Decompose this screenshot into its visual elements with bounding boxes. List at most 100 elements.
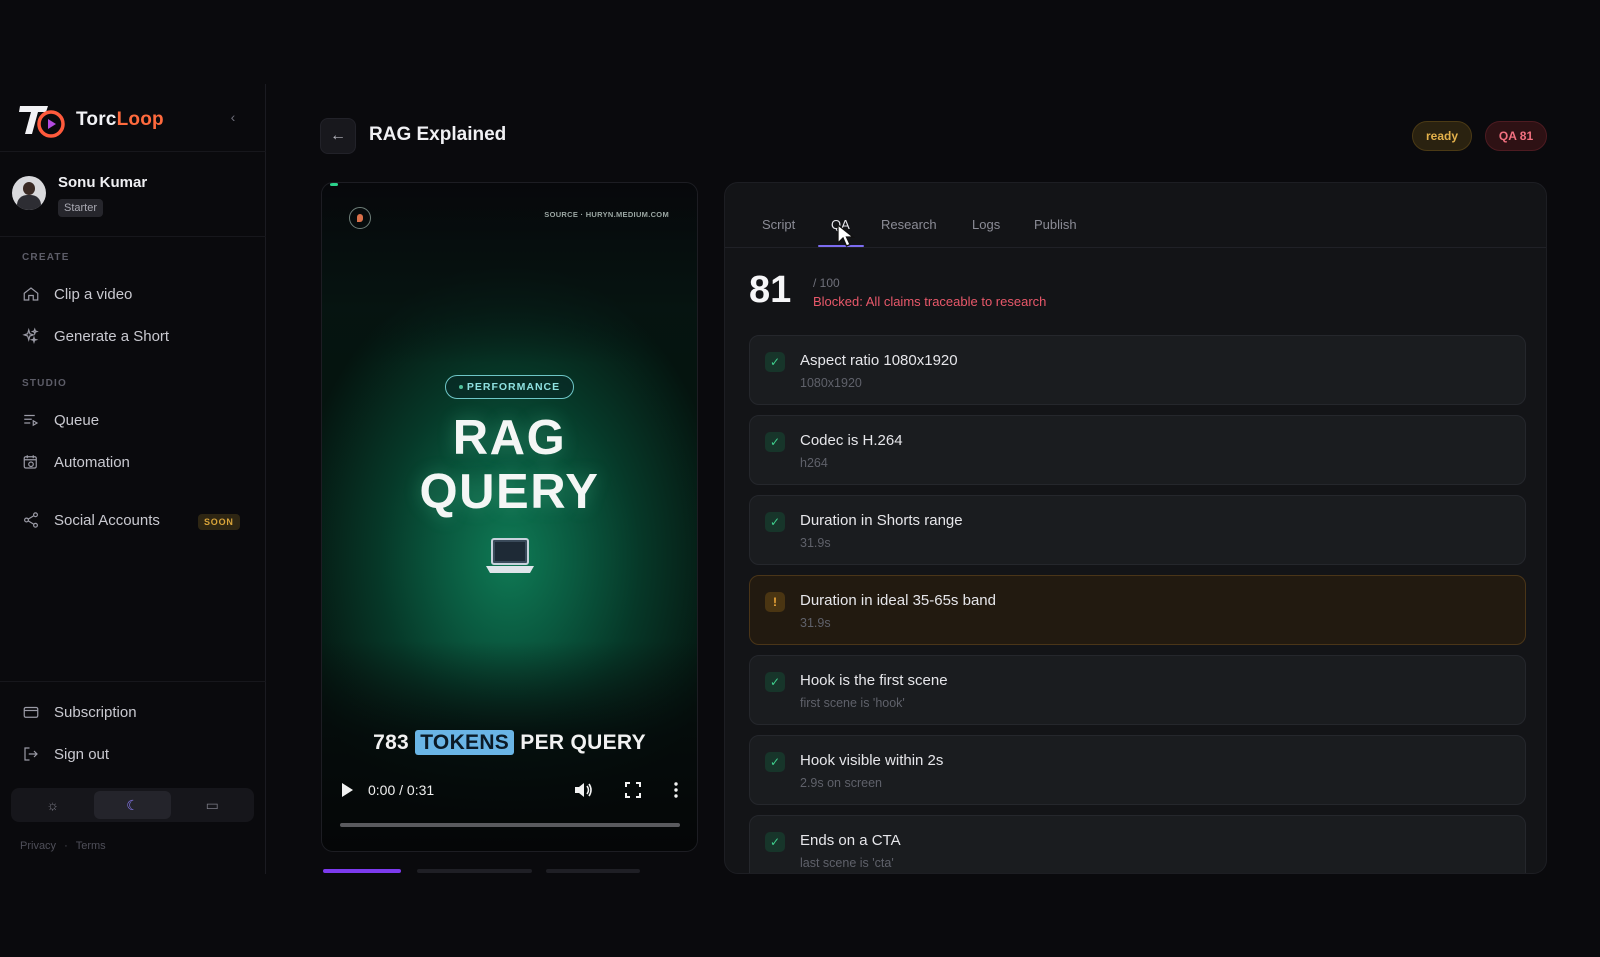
- video-controls: 0:00 / 0:31: [322, 765, 697, 815]
- nav-item-label: Social Accounts: [54, 511, 160, 529]
- qa-check-title: Hook visible within 2s: [800, 752, 944, 769]
- privacy-link[interactable]: Privacy: [20, 840, 56, 852]
- plan-badge: Starter: [58, 199, 104, 217]
- caption-number: 783: [373, 731, 410, 754]
- nav-item-generate-short[interactable]: Generate a Short: [22, 324, 169, 348]
- qa-score: 81: [749, 269, 792, 311]
- check-icon: ✓: [765, 832, 785, 852]
- section-label-create: CREATE: [22, 252, 70, 263]
- user-profile[interactable]: Sonu Kumar Starter: [12, 172, 147, 217]
- terms-link[interactable]: Terms: [76, 840, 106, 852]
- qa-check-item: ✓ Aspect ratio 1080x1920 1080x1920: [749, 335, 1526, 405]
- qa-check-detail: h264: [800, 456, 828, 470]
- video-variant-tab[interactable]: [546, 869, 640, 873]
- video-source-label: SOURCE · HURYN.MEDIUM.COM: [544, 210, 669, 219]
- nav-item-subscription[interactable]: Subscription: [22, 700, 137, 724]
- brand-name-second: Loop: [116, 109, 164, 130]
- theme-switcher: ☼ ☾ ▭: [11, 788, 254, 822]
- qa-check-detail: last scene is 'cta': [800, 856, 894, 870]
- laptop-icon: [486, 538, 534, 573]
- video-headline-line1: RAG: [452, 411, 567, 465]
- status-badge: ready: [1412, 121, 1472, 151]
- qa-check-title: Hook is the first scene: [800, 672, 948, 689]
- moon-icon: ☾: [126, 796, 139, 813]
- qa-check-item: ✓ Hook is the first scene first scene is…: [749, 655, 1526, 725]
- qa-check-detail: 2.9s on screen: [800, 776, 882, 790]
- sidebar: TorcLoop ‹ Sonu Kumar Starter CREATE Cli…: [0, 84, 266, 874]
- check-icon: ✓: [765, 672, 785, 692]
- play-icon[interactable]: [340, 782, 354, 798]
- sun-icon: ☼: [46, 797, 60, 813]
- qa-check-title: Duration in Shorts range: [800, 512, 963, 529]
- qa-score-max: / 100: [813, 276, 840, 290]
- theme-dark-button[interactable]: ☾: [93, 791, 172, 819]
- video-progress-indicator: [330, 183, 338, 186]
- tag-dot-icon: [458, 385, 463, 389]
- qa-score-badge: QA 81: [1485, 121, 1547, 151]
- qa-check-title: Duration in ideal 35-65s band: [800, 592, 996, 609]
- tab-logs[interactable]: Logs: [972, 217, 1000, 232]
- video-variant-tab-active[interactable]: [323, 869, 401, 873]
- home-icon: [23, 287, 39, 301]
- video-variant-tab[interactable]: [417, 869, 532, 873]
- nav-item-label: Sign out: [54, 745, 110, 763]
- tab-research[interactable]: Research: [881, 217, 937, 232]
- qa-check-title: Ends on a CTA: [800, 832, 901, 849]
- check-icon: ✓: [765, 352, 785, 372]
- divider: [0, 236, 266, 237]
- page-title: RAG Explained: [369, 124, 507, 145]
- nav-item-automation[interactable]: Automation: [22, 450, 130, 474]
- collapse-sidebar-icon[interactable]: ‹: [224, 108, 242, 126]
- legal-links: Privacy · Terms: [20, 840, 106, 852]
- check-icon: ✓: [765, 512, 785, 532]
- brand-name: TorcLoop: [76, 109, 164, 131]
- video-tag-label: PERFORMANCE: [466, 381, 561, 393]
- nav-item-label: Automation: [54, 453, 130, 471]
- caption-highlight: TOKENS: [415, 730, 515, 755]
- more-options-icon[interactable]: [673, 782, 679, 798]
- brand[interactable]: TorcLoop: [18, 98, 164, 142]
- brand-name-first: Torc: [76, 109, 117, 130]
- queue-list-icon: [24, 414, 39, 427]
- share-icon: [24, 512, 38, 528]
- nav-item-label: Clip a video: [54, 285, 133, 303]
- video-player[interactable]: SOURCE · HURYN.MEDIUM.COM PERFORMANCE RA…: [321, 182, 698, 852]
- qa-check-title: Codec is H.264: [800, 432, 903, 449]
- soon-badge: SOON: [198, 514, 240, 530]
- avatar: [12, 176, 46, 210]
- channel-logo-icon: [349, 207, 371, 229]
- fullscreen-icon[interactable]: [625, 782, 641, 798]
- section-label-studio: STUDIO: [22, 378, 67, 389]
- credit-card-icon: [23, 706, 39, 718]
- check-icon: ✓: [765, 752, 785, 772]
- qa-check-item: ✓ Duration in Shorts range 31.9s: [749, 495, 1526, 565]
- volume-icon[interactable]: [573, 781, 593, 799]
- qa-check-detail: 1080x1920: [800, 376, 862, 390]
- nav-item-social-accounts[interactable]: Social Accounts: [22, 508, 160, 532]
- video-headline: RAG QUERY: [322, 411, 697, 519]
- monitor-icon: ▭: [205, 796, 219, 813]
- video-scrubber[interactable]: [340, 823, 680, 827]
- nav-item-sign-out[interactable]: Sign out: [22, 742, 109, 766]
- qa-check-detail: first scene is 'hook': [800, 696, 905, 710]
- qa-check-item: ✓ Hook visible within 2s 2.9s on screen: [749, 735, 1526, 805]
- theme-system-button[interactable]: ▭: [173, 791, 251, 819]
- calendar-clock-icon: [23, 455, 37, 469]
- divider: [0, 151, 266, 152]
- theme-light-button[interactable]: ☼: [14, 791, 92, 819]
- nav-item-clip-video[interactable]: Clip a video: [22, 282, 132, 306]
- tab-publish[interactable]: Publish: [1034, 217, 1077, 232]
- qa-check-detail: 31.9s: [800, 616, 831, 630]
- caption-rest: PER QUERY: [520, 731, 646, 754]
- tab-script[interactable]: Script: [762, 217, 795, 232]
- qa-check-item: ✓ Ends on a CTA last scene is 'cta': [749, 815, 1526, 873]
- warning-icon: !: [765, 592, 785, 612]
- sign-out-icon: [24, 747, 38, 761]
- nav-item-queue[interactable]: Queue: [22, 408, 99, 432]
- nav-item-label: Queue: [54, 411, 100, 429]
- back-button[interactable]: ←: [320, 118, 356, 154]
- torcloop-logo-icon: [19, 106, 65, 138]
- mouse-cursor-icon: [837, 223, 855, 247]
- legal-separator: ·: [64, 840, 68, 852]
- video-time: 0:00 / 0:31: [368, 782, 435, 798]
